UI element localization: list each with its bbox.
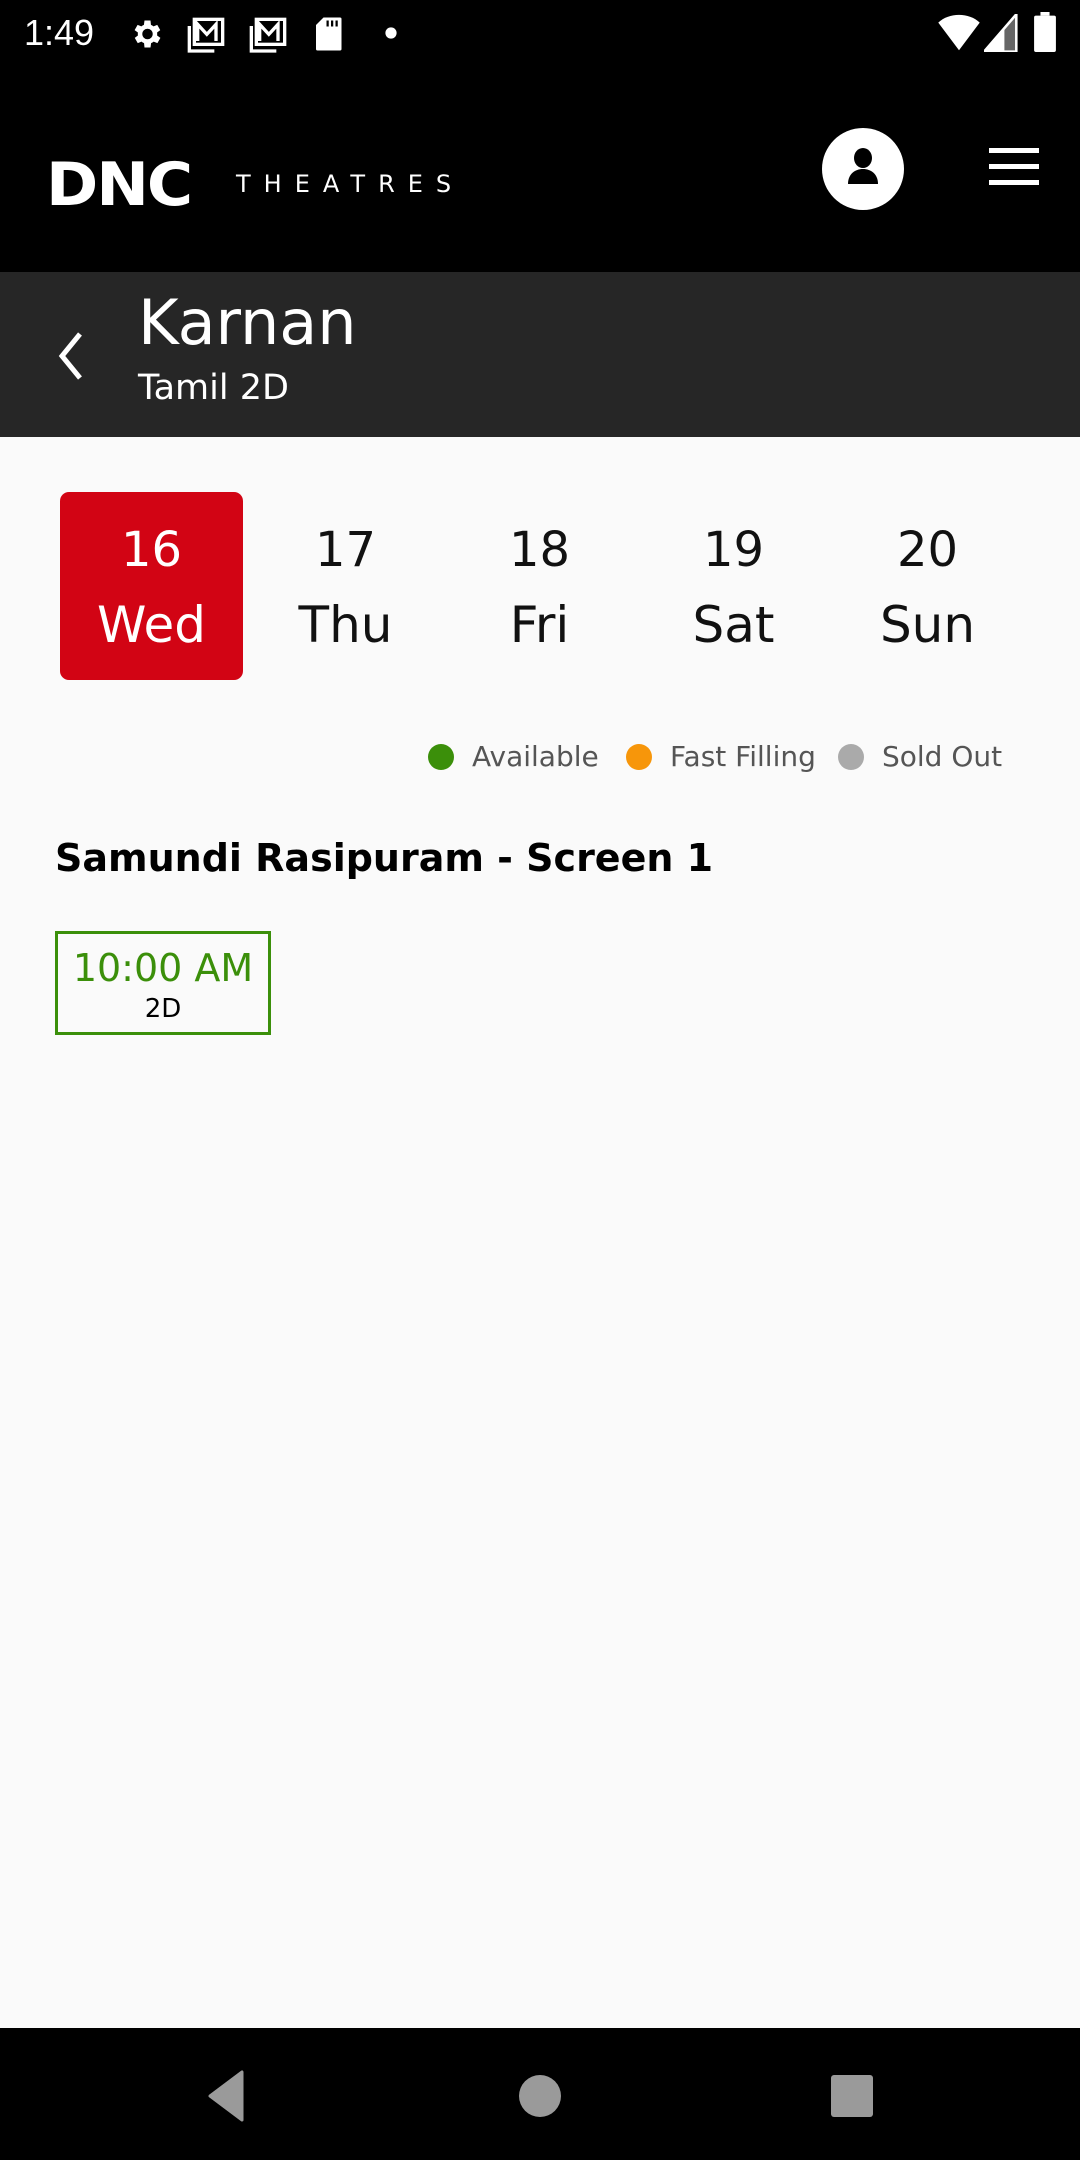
account-icon (848, 148, 878, 184)
date-weekday: Thu (298, 596, 393, 654)
gmail-icon (249, 17, 287, 53)
date-number: 19 (702, 522, 765, 578)
date-number: 18 (508, 522, 571, 578)
sd-card-icon (316, 17, 342, 51)
showtime-button[interactable]: 10:00 AM 2D (55, 931, 271, 1035)
date-weekday: Sat (692, 596, 775, 654)
home-circle-icon[interactable] (510, 2066, 570, 2126)
settings-icon (134, 20, 161, 48)
showtime-time: 10:00 AM (72, 946, 254, 990)
status-time: 1:49 (24, 12, 95, 53)
date-weekday: Sun (879, 596, 976, 654)
date-option-19[interactable]: 19 Sat (642, 492, 825, 680)
date-selector: 16 Wed 17 Thu 18 Fri 19 Sat 20 Sun (60, 492, 1020, 680)
date-number: 16 (120, 522, 183, 578)
available-dot-icon (428, 744, 454, 770)
sold-out-dot-icon (838, 744, 864, 770)
date-option-18[interactable]: 18 Fri (448, 492, 631, 680)
date-option-16[interactable]: 16 Wed (60, 492, 243, 680)
hamburger-menu-icon[interactable] (986, 148, 1040, 188)
movie-title: Karnan (138, 286, 357, 359)
app-header: DNC THEATRES (0, 68, 1080, 272)
back-triangle-icon[interactable] (196, 2066, 256, 2126)
system-nav-bar (0, 2028, 1080, 2160)
signal-icon (984, 14, 1018, 52)
date-option-20[interactable]: 20 Sun (836, 492, 1019, 680)
showtime-format: 2D (144, 994, 182, 1024)
legend-label: Sold Out (882, 740, 1003, 773)
legend-label: Available (472, 740, 599, 773)
date-option-17[interactable]: 17 Thu (254, 492, 437, 680)
legend-label: Fast Filling (670, 740, 816, 773)
movie-language-format: Tamil 2D (138, 368, 289, 408)
fast-filling-dot-icon (626, 744, 652, 770)
battery-icon (1034, 12, 1056, 52)
chevron-left-icon[interactable] (40, 324, 100, 384)
notification-dot-icon (385, 27, 397, 39)
logo-theatres: THEATRES (236, 170, 465, 198)
date-number: 17 (314, 522, 377, 578)
status-bar: 1:49 (0, 0, 1080, 68)
recents-square-icon[interactable] (822, 2066, 882, 2126)
logo-dnc[interactable]: DNC (46, 150, 193, 220)
profile-button[interactable] (822, 128, 904, 210)
gmail-icon (187, 17, 225, 53)
venue-screen-name: Samundi Rasipuram - Screen 1 (55, 836, 714, 880)
date-weekday: Fri (509, 596, 570, 654)
movie-header: Karnan Tamil 2D (0, 272, 1080, 437)
date-weekday: Wed (96, 596, 206, 654)
availability-legend: Available Fast Filling Sold Out (0, 740, 1080, 780)
wifi-icon (938, 14, 980, 51)
date-number: 20 (896, 522, 959, 578)
